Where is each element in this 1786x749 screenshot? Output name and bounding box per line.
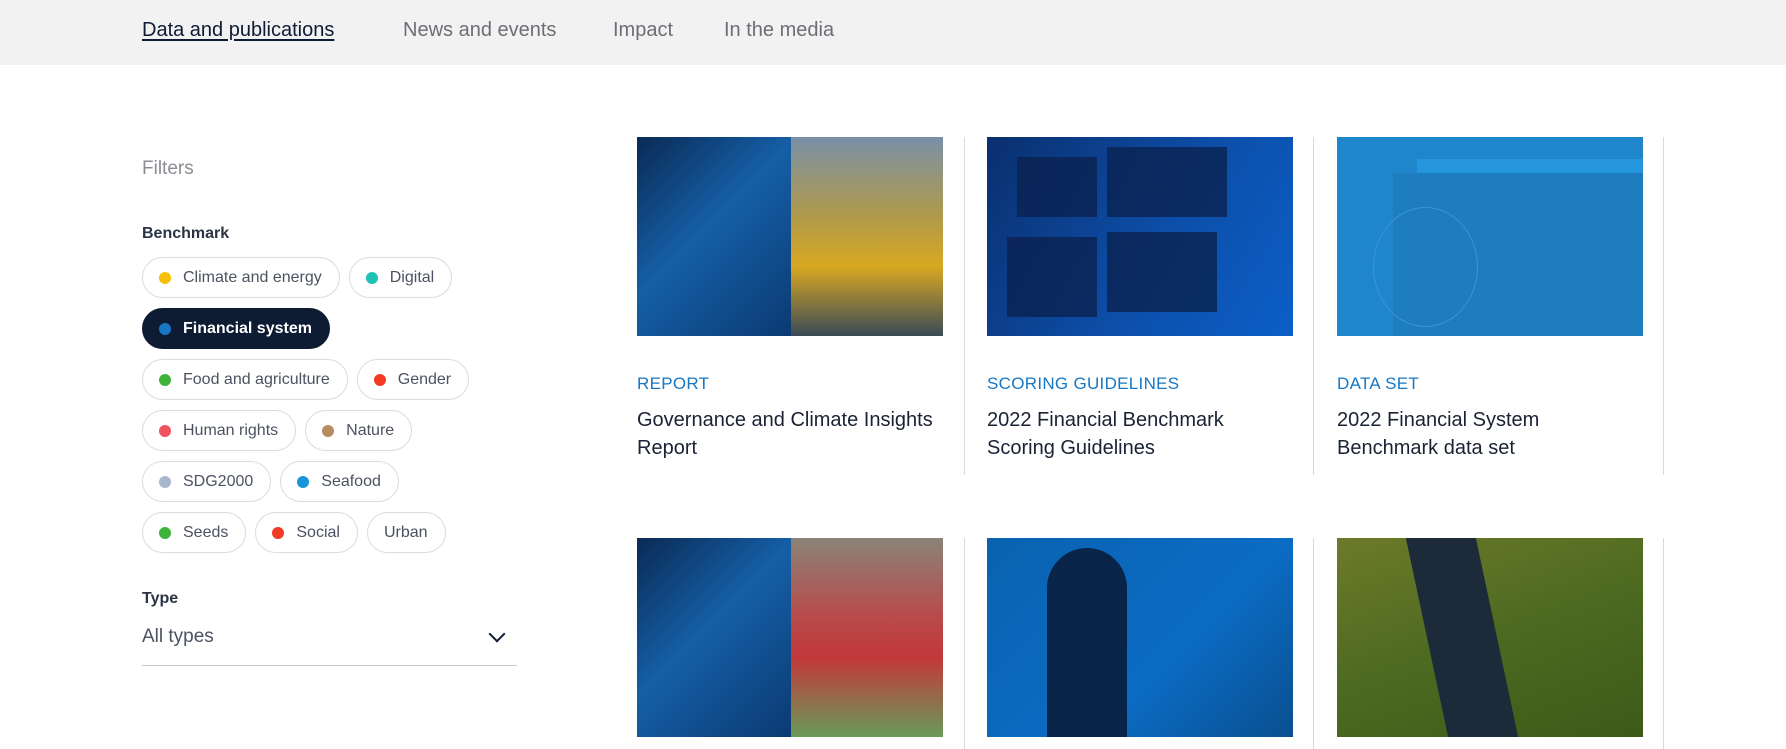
benchmark-chip-social[interactable]: Social — [255, 512, 358, 553]
divider — [1313, 137, 1314, 475]
card-image — [637, 137, 943, 336]
benchmark-chip-seeds[interactable]: Seeds — [142, 512, 247, 553]
benchmark-chip-nature[interactable]: Nature — [305, 410, 413, 451]
top-nav: Data and publications News and events Im… — [0, 0, 1786, 65]
card-image — [1337, 137, 1643, 336]
benchmark-label: Benchmark — [142, 225, 230, 242]
benchmark-chip-climate-and-energy[interactable]: Climate and energy — [142, 257, 340, 298]
benchmark-chips: Climate and energy Digital Financial syst… — [142, 257, 562, 563]
chip-label: Climate and energy — [183, 268, 322, 286]
chip-label: SDG2000 — [183, 472, 254, 490]
benchmark-chip-food-and-agriculture[interactable]: Food and agriculture — [142, 359, 348, 400]
color-dot-icon — [373, 373, 386, 386]
nav-impact[interactable]: Impact — [613, 19, 673, 42]
nav-data-and-publications[interactable]: Data and publications — [142, 19, 334, 42]
divider — [964, 137, 965, 475]
card-image — [1337, 538, 1643, 737]
chevron-down-icon — [488, 625, 506, 643]
type-label: Type — [142, 590, 179, 607]
card-image — [987, 137, 1293, 336]
color-dot-icon — [365, 271, 378, 284]
divider — [964, 538, 965, 749]
nav-in-the-media[interactable]: In the media — [724, 19, 834, 42]
chip-label: Seafood — [321, 472, 381, 490]
benchmark-chip-financial-system[interactable]: Financial system — [142, 308, 330, 349]
benchmark-chip-urban[interactable]: Urban — [366, 512, 446, 553]
filters-heading: Filters — [142, 158, 194, 179]
card[interactable] — [637, 538, 943, 737]
nav-news-and-events[interactable]: News and events — [403, 19, 556, 42]
benchmark-chip-seafood[interactable]: Seafood — [280, 461, 399, 502]
type-select[interactable]: All types — [142, 622, 517, 666]
chip-label: Nature — [346, 421, 395, 439]
benchmark-chip-gender[interactable]: Gender — [356, 359, 470, 400]
benchmark-chip-sdg2000[interactable]: SDG2000 — [142, 461, 272, 502]
card-type: SCORING GUIDELINES — [987, 374, 1180, 393]
card-type: REPORT — [637, 374, 710, 393]
chip-label: Gender — [397, 370, 452, 388]
benchmark-chip-digital[interactable]: Digital — [348, 257, 453, 298]
chip-label: Seeds — [183, 523, 229, 541]
color-dot-icon — [159, 271, 171, 284]
divider — [1663, 137, 1664, 475]
color-dot-icon — [159, 373, 171, 386]
color-dot-icon — [159, 526, 171, 539]
card-data-set[interactable]: DATA SET 2022 Financial System Benchmark… — [1337, 137, 1643, 462]
chip-label: Food and agriculture — [183, 370, 330, 388]
card[interactable] — [987, 538, 1293, 737]
card-title[interactable]: 2022 Financial System Benchmark data set — [1337, 406, 1643, 462]
card-report[interactable]: REPORT Governance and Climate Insights R… — [637, 137, 943, 462]
color-dot-icon — [322, 424, 335, 437]
card-type: DATA SET — [1337, 374, 1420, 393]
card-image — [987, 538, 1293, 737]
type-select-value: All types — [142, 626, 214, 647]
divider — [1313, 538, 1314, 749]
card-image — [637, 538, 943, 737]
benchmark-chip-human-rights[interactable]: Human rights — [142, 410, 297, 451]
chip-label: Social — [296, 523, 340, 541]
divider — [1663, 538, 1664, 749]
color-dot-icon — [159, 475, 171, 488]
card-title[interactable]: 2022 Financial Benchmark Scoring Guideli… — [987, 406, 1293, 462]
card-scoring-guidelines[interactable]: SCORING GUIDELINES 2022 Financial Benchm… — [987, 137, 1293, 462]
color-dot-icon — [159, 424, 171, 437]
card-title[interactable]: Governance and Climate Insights Report — [637, 406, 943, 462]
color-dot-icon — [297, 475, 310, 488]
chip-label: Urban — [383, 523, 428, 541]
color-dot-icon — [272, 526, 285, 539]
chip-label: Financial system — [183, 319, 312, 337]
chip-label: Human rights — [183, 421, 279, 439]
chip-label: Digital — [389, 268, 435, 286]
color-dot-icon — [159, 322, 171, 335]
card[interactable] — [1337, 538, 1643, 737]
